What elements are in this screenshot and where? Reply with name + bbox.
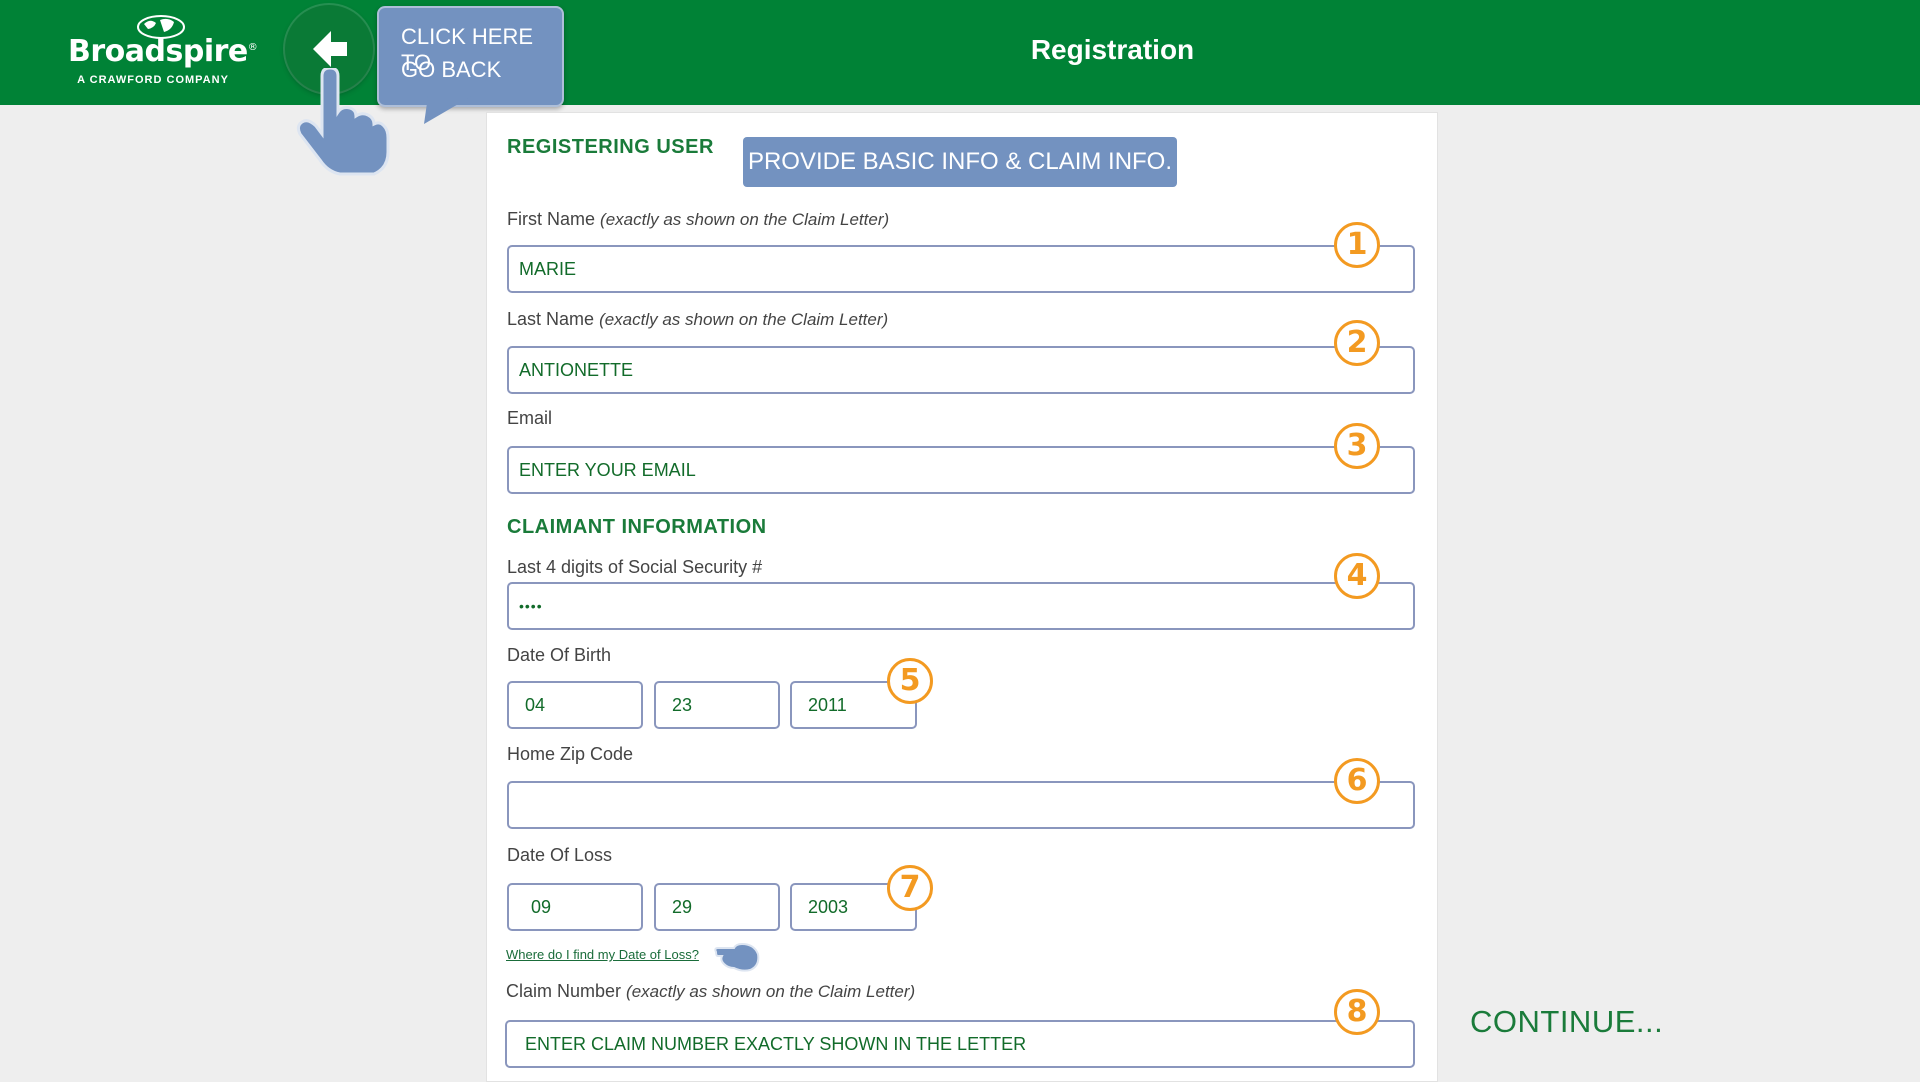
last-name-input[interactable]: ANTIONETTE [507,346,1415,394]
step-badge-4: 4 [1334,553,1380,599]
claim-number-input[interactable]: ENTER CLAIM NUMBER EXACTLY SHOWN IN THE … [505,1020,1415,1068]
date-of-loss-help-link[interactable]: Where do I find my Date of Loss? [506,947,699,962]
logo-subtitle: A CRAWFORD COMPANY [77,74,229,86]
info-banner: PROVIDE BASIC INFO & CLAIM INFO. [743,137,1177,187]
dol-month-input[interactable]: 09 [507,883,643,931]
step-badge-2: 2 [1334,320,1380,366]
email-label: Email [507,408,553,428]
ssn-input[interactable]: •••• [507,582,1415,630]
dol-label: Date Of Loss [507,845,613,865]
zip-label: Home Zip Code [507,744,634,764]
back-arrow-icon [313,31,347,67]
logo-brand: Broadspire® [68,34,258,69]
claim-number-label: Claim Number (exactly as shown on the Cl… [506,981,916,1001]
step-badge-6: 6 [1334,758,1380,804]
step-badge-1: 1 [1334,222,1380,268]
continue-text: CONTINUE... [1470,1004,1664,1039]
section-registering-user: REGISTERING USER [507,136,714,158]
email-input[interactable]: ENTER YOUR EMAIL [507,446,1415,494]
tooltip-tail [424,96,472,124]
step-badge-7: 7 [887,865,933,911]
last-name-label: Last Name (exactly as shown on the Claim… [507,309,889,329]
dol-day-input[interactable]: 29 [654,883,780,931]
dob-label: Date Of Birth [507,645,612,665]
step-badge-3: 3 [1334,423,1380,469]
step-badge-5: 5 [887,658,933,704]
broadspire-logo: Broadspire® A CRAWFORD COMPANY [68,12,258,92]
dob-day-input[interactable]: 23 [654,681,780,729]
last-name-hint: (exactly as shown on the Claim Letter) [599,310,889,329]
section-claimant-information: CLAIMANT INFORMATION [507,516,767,538]
first-name-hint: (exactly as shown on the Claim Letter) [600,210,890,229]
tooltip-line-2: GO BACK [401,57,502,82]
first-name-label: First Name (exactly as shown on the Clai… [507,209,890,229]
zip-input[interactable] [507,781,1415,829]
first-name-input[interactable]: MARIE [507,245,1415,293]
ssn-label: Last 4 digits of Social Security # [507,557,763,577]
dob-month-input[interactable]: 04 [507,681,643,729]
back-tooltip: CLICK HERE TO GO BACK [377,6,564,107]
step-badge-8: 8 [1334,989,1380,1035]
small-hand-pointer-icon [714,942,760,972]
claim-number-hint: (exactly as shown on the Claim Letter) [626,982,916,1001]
